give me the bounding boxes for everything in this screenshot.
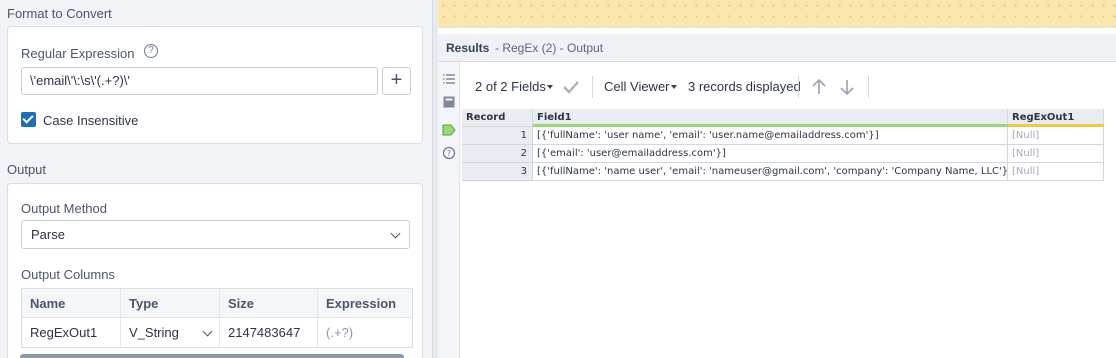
fields-selector[interactable]: 2 of 2 Fields bbox=[475, 79, 546, 94]
results-header: Results - RegEx (2) - Output bbox=[438, 34, 1116, 62]
chevron-down-icon[interactable] bbox=[671, 85, 677, 89]
cell-viewer-selector[interactable]: Cell Viewer bbox=[604, 79, 670, 94]
column-header-type: Type bbox=[121, 289, 220, 318]
list-icon[interactable] bbox=[442, 72, 456, 86]
scroll-bar[interactable] bbox=[20, 354, 404, 358]
configuration-panel: Format to Convert Regular Expression ? \… bbox=[0, 0, 432, 358]
table-row[interactable]: 3 [{'fullName': 'name user', 'email': 'n… bbox=[462, 163, 1104, 181]
checkmark-icon[interactable] bbox=[562, 80, 580, 94]
record-number-cell: 3 bbox=[462, 163, 533, 181]
records-displayed: 3 records displayed bbox=[688, 79, 801, 94]
format-card: Regular Expression ? \'email\'\:\s\'(.+?… bbox=[7, 26, 423, 144]
case-insensitive-label: Case Insensitive bbox=[43, 113, 139, 128]
regexout1-cell[interactable]: [Null] bbox=[1008, 145, 1104, 163]
regex-label: Regular Expression bbox=[21, 46, 135, 61]
regexout1-cell[interactable]: [Null] bbox=[1008, 163, 1104, 181]
add-regex-button[interactable]: + bbox=[382, 67, 411, 95]
results-grid: Record Field1 RegExOut1 1 [{'fullName': … bbox=[462, 109, 1104, 181]
column-header-size: Size bbox=[220, 289, 318, 318]
results-title: Results bbox=[446, 41, 490, 55]
tag-icon[interactable] bbox=[442, 123, 456, 137]
table-icon[interactable] bbox=[442, 95, 456, 109]
case-insensitive-checkbox[interactable] bbox=[21, 112, 36, 127]
column-size-cell[interactable]: 2147483647 bbox=[220, 318, 318, 347]
column-expression-cell: (.+?) bbox=[326, 325, 354, 340]
arrow-up-icon[interactable] bbox=[811, 78, 827, 96]
chevron-down-icon bbox=[202, 326, 213, 337]
results-subtitle: - RegEx (2) - Output bbox=[495, 41, 604, 55]
question-icon[interactable]: ? bbox=[442, 146, 456, 160]
output-method-value: Parse bbox=[31, 227, 65, 242]
field1-cell[interactable]: [{'fullName': 'name user', 'email': 'nam… bbox=[533, 163, 1008, 181]
record-number-cell: 2 bbox=[462, 145, 533, 163]
output-method-select[interactable]: Parse bbox=[21, 220, 410, 249]
results-toolbar: 2 of 2 Fields Cell Viewer 3 records disp… bbox=[461, 68, 1116, 106]
field1-cell[interactable]: [{'email': 'user@emailaddress.com'}] bbox=[533, 145, 1008, 163]
grid-header-record[interactable]: Record bbox=[462, 109, 533, 127]
chevron-down-icon bbox=[390, 228, 401, 239]
regex-input[interactable]: \'email\'\:\s\'(.+?)\' bbox=[21, 67, 378, 95]
results-side-toolbar: ? bbox=[438, 62, 460, 358]
output-columns-table: Name Type Size Expression RegExOut1 V_St… bbox=[21, 288, 413, 348]
column-header-expression: Expression bbox=[326, 296, 397, 311]
chevron-down-icon[interactable] bbox=[547, 85, 553, 89]
table-row[interactable]: RegExOut1 V_String 2147483647 (.+?) bbox=[22, 318, 412, 347]
record-number-cell: 1 bbox=[462, 127, 533, 145]
column-type-value: V_String bbox=[129, 325, 179, 340]
table-row[interactable]: 2 [{'email': 'user@emailaddress.com'}] [… bbox=[462, 145, 1104, 163]
help-icon[interactable]: ? bbox=[144, 44, 158, 58]
column-name-cell[interactable]: RegExOut1 bbox=[22, 318, 121, 347]
output-card: Output Method Parse Output Columns Name … bbox=[7, 183, 423, 358]
workflow-canvas[interactable] bbox=[438, 0, 1116, 28]
format-section-title: Format to Convert bbox=[7, 6, 112, 21]
columns-header-row: Name Type Size Expression bbox=[22, 289, 412, 318]
field1-cell[interactable]: [{'fullName': 'user name', 'email': 'use… bbox=[533, 127, 1008, 145]
output-section-title: Output bbox=[7, 162, 47, 177]
toolbar-divider bbox=[868, 76, 869, 98]
regexout1-cell[interactable]: [Null] bbox=[1008, 127, 1104, 145]
table-row[interactable]: 1 [{'fullName': 'user name', 'email': 'u… bbox=[462, 127, 1104, 145]
output-columns-label: Output Columns bbox=[21, 267, 115, 282]
toolbar-divider bbox=[798, 76, 799, 98]
column-header-name: Name bbox=[22, 289, 121, 318]
output-method-label: Output Method bbox=[21, 201, 107, 216]
column-type-select[interactable]: V_String bbox=[121, 318, 220, 347]
grid-header-row: Record Field1 RegExOut1 bbox=[462, 109, 1104, 127]
svg-text:?: ? bbox=[447, 149, 451, 158]
toolbar-divider bbox=[592, 76, 593, 98]
arrow-down-icon[interactable] bbox=[839, 78, 855, 96]
